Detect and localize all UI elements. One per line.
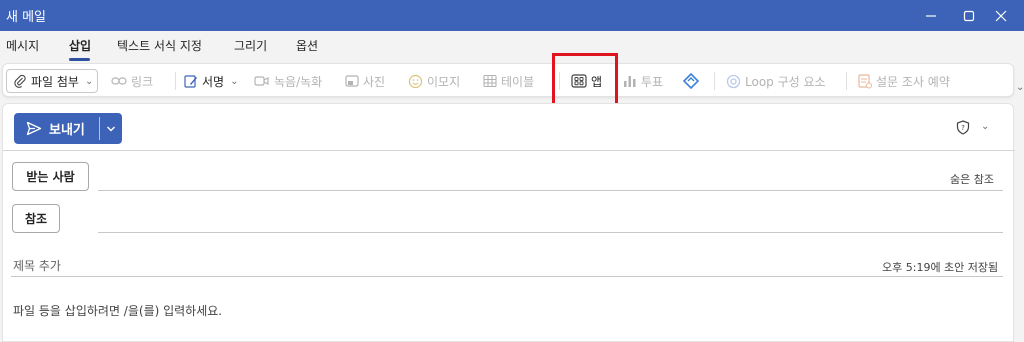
cc-label: 참조 [24,212,48,226]
attach-file-label: 파일 첨부 [31,74,79,89]
svg-text:?: ? [961,124,965,132]
attach-file-button[interactable]: 파일 첨부 ⌄ [6,69,99,93]
shield-icon: ? [956,120,970,135]
highlight-box [552,53,618,106]
chevron-down-icon: ⌄ [84,75,94,87]
poll-icon [624,76,636,87]
table-button[interactable]: 테이블 [483,69,534,93]
chevron-down-icon[interactable]: ⌄ [981,121,989,132]
sensitivity-button[interactable]: ? [956,120,970,138]
ribbon-divider [175,72,176,90]
tab-message[interactable]: 메시지 [6,37,39,54]
video-camera-icon [254,76,269,86]
schedule-survey-button[interactable]: 설문 조사 예약 [858,69,950,93]
addin-button[interactable] [683,69,699,93]
cc-input-underline[interactable] [98,232,1003,233]
image-icon [345,75,359,87]
send-button[interactable]: 보내기 [14,113,98,144]
active-tab-indicator [69,58,90,61]
emoji-icon [408,74,423,88]
link-button[interactable]: 링크 [111,69,153,93]
to-button[interactable]: 받는 사람 [12,162,89,191]
send-button-group: 보내기 [14,113,122,144]
photo-label: 사진 [363,74,386,89]
close-icon [995,10,1007,21]
minimize-icon [926,14,936,17]
chevron-down-icon [107,126,115,131]
maximize-icon [963,10,975,21]
table-label: 테이블 [501,74,535,89]
table-icon [483,74,497,88]
ribbon-expand-icon[interactable]: ⌄ [1016,82,1024,93]
emoji-button[interactable]: 이모지 [408,69,460,93]
record-button[interactable]: 녹음/녹화 [254,69,322,93]
header-divider [3,150,1015,151]
chevron-down-icon: ⌄ [230,75,239,87]
ribbon-divider [714,72,715,90]
to-label: 받는 사람 [26,170,75,184]
poll-label: 투표 [641,74,664,89]
signature-button[interactable]: 서명 ⌄ [184,69,238,93]
paperclip-icon [14,74,26,88]
message-body-input[interactable]: 파일 등을 삽입하려면 /을(를) 입력하세요. [13,302,222,319]
emoji-label: 이모지 [427,74,461,89]
record-label: 녹음/녹화 [274,74,323,89]
diamond-addin-icon [683,73,699,89]
send-options-button[interactable] [100,113,122,144]
tab-format-text[interactable]: 텍스트 서식 지정 [117,37,202,54]
link-icon [111,77,127,85]
poll-button[interactable]: 투표 [623,69,663,93]
tab-options[interactable]: 옵션 [296,37,318,54]
loop-label: Loop 구성 요소 [745,74,826,89]
subject-underline [11,276,1003,277]
subject-input[interactable]: 제목 추가 [13,257,61,274]
tab-draw[interactable]: 그리기 [234,37,267,54]
survey-icon [858,73,872,88]
to-input-underline[interactable] [98,190,1003,191]
menu-bar: 메시지 삽입 텍스트 서식 지정 그리기 옵션 [0,31,1024,61]
ribbon-divider [846,72,847,90]
draft-saved-status: 오후 5:19에 초안 저장됨 [882,261,999,274]
loop-component-button[interactable]: Loop 구성 요소 [726,69,826,93]
signature-icon [184,75,197,88]
bcc-link[interactable]: 숨은 참조 [950,171,994,187]
tab-insert[interactable]: 삽입 [69,37,91,54]
survey-label: 설문 조사 예약 [876,74,950,89]
send-icon [26,121,42,136]
cc-button[interactable]: 참조 [12,204,60,233]
close-button[interactable] [978,0,1024,31]
compose-pane: 보내기 ? ⌄ 받는 사람 숨은 참조 참조 제목 추가 오후 5:19에 초안… [2,103,1015,342]
photo-button[interactable]: 사진 [345,69,385,93]
signature-label: 서명 [202,74,225,89]
loop-icon [726,74,741,88]
title-bar: 새 메일 [0,0,1024,31]
send-label: 보내기 [49,123,85,138]
window-title: 새 메일 [6,10,47,25]
insert-ribbon: 파일 첨부 ⌄ 링크 서명 ⌄ 녹음/녹화 사진 이모지 테이블 앱 투표 Lo… [2,63,1014,97]
link-label: 링크 [131,74,154,89]
